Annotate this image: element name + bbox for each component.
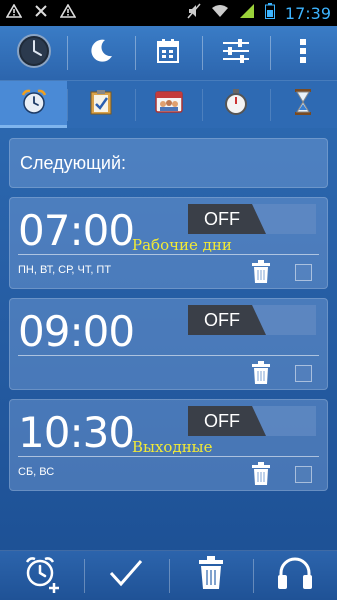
headphones-icon — [276, 555, 314, 596]
tab-calendar[interactable] — [134, 81, 202, 128]
settings-button[interactable] — [202, 26, 269, 80]
alarm-card[interactable]: 10:30 Выходные OFF СБ, ВС — [9, 399, 328, 491]
alarm-clock-icon — [20, 88, 48, 121]
add-alarm-icon — [22, 553, 62, 598]
clipboard-icon — [88, 88, 114, 121]
add-alarm-button[interactable] — [0, 551, 84, 600]
trash-icon — [250, 260, 272, 288]
mute-icon — [187, 3, 201, 24]
bottom-action-bar — [0, 550, 337, 600]
delete-alarm-button[interactable] — [250, 361, 272, 385]
settings-sliders-icon — [221, 37, 251, 70]
more-icon — [299, 38, 307, 69]
battery-icon — [264, 2, 275, 24]
alarm-card[interactable]: 09:00 OFF — [9, 298, 328, 390]
trash-icon — [197, 556, 225, 595]
calendar-people-icon — [154, 89, 184, 120]
wifi-icon — [211, 4, 229, 23]
delete-alarm-button[interactable] — [250, 462, 272, 486]
tab-bar — [0, 80, 337, 128]
calendar-button[interactable] — [134, 26, 202, 80]
alarm-toggle[interactable]: OFF — [188, 204, 316, 234]
delete-alarm-button[interactable] — [250, 260, 272, 284]
stopwatch-icon — [223, 88, 249, 121]
alarm-select-checkbox[interactable] — [295, 365, 312, 382]
checkmark-icon — [108, 558, 144, 593]
night-mode-button[interactable] — [67, 26, 134, 80]
confirm-button[interactable] — [84, 551, 168, 600]
delete-button[interactable] — [168, 551, 253, 600]
calendar-icon — [154, 37, 182, 70]
more-button[interactable] — [269, 26, 337, 80]
tab-tasks[interactable] — [67, 81, 134, 128]
alarm-select-checkbox[interactable] — [295, 466, 312, 483]
alarm-card[interactable]: 07:00 Рабочие дни OFF ПН, ВТ, СР, ЧТ, ПТ — [9, 197, 328, 289]
clock-button[interactable] — [0, 26, 67, 80]
signal-icon — [239, 3, 255, 24]
next-alarm-card: Следующий: — [9, 138, 328, 188]
alarm-days: СБ, ВС — [18, 466, 55, 478]
tab-alarms[interactable] — [0, 81, 68, 128]
status-time: 17:39 — [284, 3, 331, 23]
alarm-divider — [18, 355, 319, 356]
alarm-time[interactable]: 10:30 — [18, 408, 135, 457]
alarm-toggle[interactable]: OFF — [188, 305, 316, 335]
alarm-time[interactable]: 09:00 — [18, 307, 135, 356]
trash-icon — [250, 361, 272, 389]
alarm-name: Выходные — [132, 438, 213, 456]
alarm-divider — [18, 254, 319, 255]
tab-timer[interactable] — [269, 81, 337, 128]
alarm-select-checkbox[interactable] — [295, 264, 312, 281]
sound-button[interactable] — [252, 551, 337, 600]
warning-icon — [59, 2, 77, 23]
status-bar: 17:39 — [0, 0, 337, 26]
alarm-days: ПН, ВТ, СР, ЧТ, ПТ — [18, 264, 112, 276]
next-alarm-label: Следующий: — [20, 152, 127, 173]
top-toolbar — [0, 26, 337, 80]
trash-icon — [250, 462, 272, 490]
alarm-toggle[interactable]: OFF — [188, 406, 316, 436]
alarm-time[interactable]: 07:00 — [18, 206, 135, 255]
hourglass-icon — [293, 88, 313, 121]
warning-icon — [5, 2, 23, 23]
tab-stopwatch[interactable] — [202, 81, 269, 128]
alarm-name: Рабочие дни — [132, 236, 232, 254]
moon-icon — [87, 37, 115, 70]
alarm-divider — [18, 456, 319, 457]
close-icon — [34, 4, 48, 23]
clock-icon — [16, 33, 52, 74]
